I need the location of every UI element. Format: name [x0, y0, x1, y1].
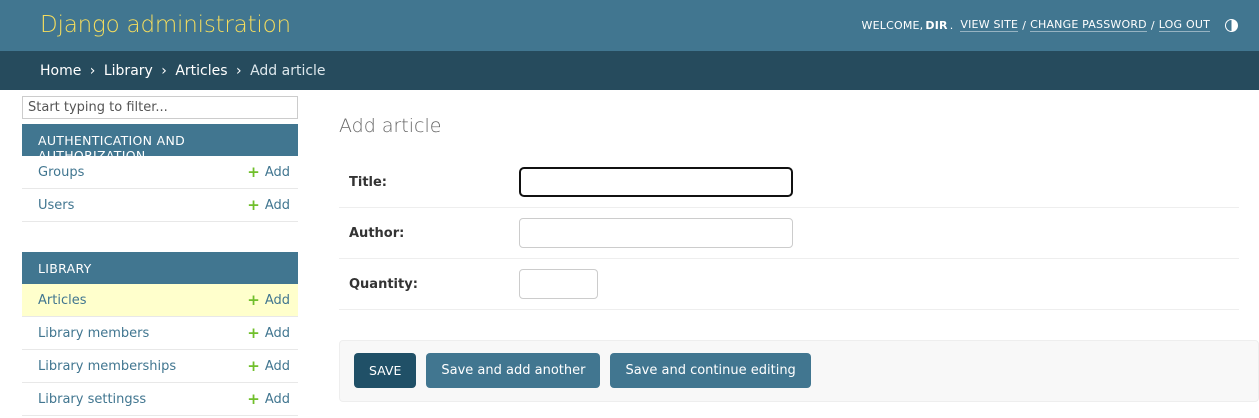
nav-filter-input[interactable] — [22, 96, 298, 119]
plus-icon: + — [247, 356, 260, 375]
breadcrumb-separator: › — [161, 63, 167, 79]
breadcrumb-articles[interactable]: Articles — [175, 63, 227, 79]
breadcrumb-home[interactable]: Home — [40, 63, 81, 79]
save-button[interactable]: Save — [354, 353, 417, 388]
user-tools: WELCOME, DIR. VIEW SITE / CHANGE PASSWOR… — [862, 18, 1238, 32]
app-caption-auth[interactable]: AUTHENTICATION AND AUTHORIZATION — [22, 124, 298, 163]
add-groups-link[interactable]: + Add — [247, 162, 290, 181]
quantity-label: Quantity: — [349, 277, 418, 292]
nav-sidebar: AUTHENTICATION AND AUTHORIZATION Groups … — [22, 96, 298, 416]
plus-icon: + — [247, 389, 260, 408]
model-link-articles[interactable]: Articles — [38, 293, 86, 308]
breadcrumb-library[interactable]: Library — [104, 63, 153, 79]
breadcrumb-current: Add article — [250, 63, 326, 79]
title-label: Title: — [349, 175, 388, 190]
breadcrumb: Home › Library › Articles › Add article — [0, 51, 1259, 90]
add-users-link[interactable]: + Add — [247, 195, 290, 214]
log-out-link[interactable]: LOG OUT — [1158, 18, 1210, 32]
breadcrumb-separator: › — [236, 63, 242, 79]
add-library-members-link[interactable]: + Add — [247, 323, 290, 342]
app-auth: AUTHENTICATION AND AUTHORIZATION Groups … — [22, 124, 298, 222]
add-label: Add — [264, 292, 290, 308]
add-label: Add — [264, 391, 290, 407]
user-name: DIR — [925, 18, 948, 32]
app-caption-library[interactable]: LIBRARY — [22, 252, 298, 284]
model-row-users: Users + Add — [22, 189, 298, 222]
breadcrumb-separator: › — [89, 63, 96, 79]
theme-toggle-icon[interactable] — [1225, 18, 1238, 32]
site-branding[interactable]: Django administration — [40, 12, 291, 38]
add-library-memberships-link[interactable]: + Add — [247, 356, 290, 375]
welcome-text: WELCOME, — [861, 18, 924, 32]
view-site-link[interactable]: VIEW SITE — [960, 18, 1019, 32]
plus-icon: + — [247, 323, 260, 342]
title-input[interactable] — [519, 167, 793, 197]
header: Django administration WELCOME, DIR. VIEW… — [0, 0, 1259, 51]
form-row-title: Title: — [339, 157, 1239, 208]
form-row-quantity: Quantity: — [339, 259, 1239, 310]
separator: / — [1022, 18, 1027, 32]
model-row-library-settingss: Library settingss + Add — [22, 383, 298, 416]
plus-icon: + — [247, 195, 260, 214]
author-label: Author: — [349, 226, 405, 241]
plus-icon: + — [247, 162, 260, 181]
page-title: Add article — [339, 115, 442, 137]
model-link-library-members[interactable]: Library members — [38, 326, 149, 341]
add-label: Add — [264, 358, 290, 374]
model-link-users[interactable]: Users — [38, 198, 74, 213]
model-link-library-settingss[interactable]: Library settingss — [38, 392, 146, 407]
change-password-link[interactable]: CHANGE PASSWORD — [1030, 18, 1147, 32]
add-label: Add — [264, 164, 290, 180]
user-name-suffix: . — [949, 18, 954, 32]
separator: / — [1150, 18, 1155, 32]
model-link-library-memberships[interactable]: Library memberships — [38, 359, 176, 374]
add-label: Add — [264, 325, 290, 341]
model-row-library-memberships: Library memberships + Add — [22, 350, 298, 383]
save-and-continue-button[interactable]: Save and continue editing — [610, 353, 811, 388]
model-row-library-members: Library members + Add — [22, 317, 298, 350]
author-input[interactable] — [519, 218, 793, 248]
app-library: LIBRARY Articles + Add Library members + A… — [22, 252, 298, 416]
main-content: Add article Title: Author: Quantity: Sav… — [339, 112, 1259, 402]
add-library-settingss-link[interactable]: + Add — [247, 389, 290, 408]
form-row-author: Author: — [339, 208, 1239, 259]
model-row-articles: Articles + Add — [22, 284, 298, 317]
quantity-input[interactable] — [519, 269, 598, 299]
submit-row: Save Save and add another Save and conti… — [339, 340, 1259, 402]
add-articles-link[interactable]: + Add — [247, 290, 290, 309]
model-link-groups[interactable]: Groups — [38, 165, 84, 180]
add-label: Add — [264, 197, 290, 213]
form-fieldset: Title: Author: Quantity: — [339, 157, 1239, 310]
save-and-add-another-button[interactable]: Save and add another — [426, 353, 601, 388]
plus-icon: + — [247, 290, 260, 309]
